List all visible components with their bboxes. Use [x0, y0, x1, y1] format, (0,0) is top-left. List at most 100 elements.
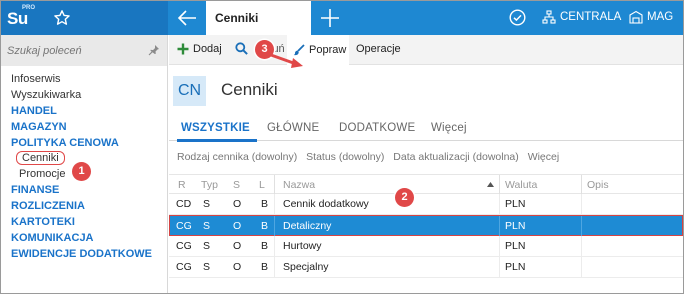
- centrala-label: CENTRALA: [560, 11, 622, 23]
- search-icon[interactable]: [235, 42, 248, 55]
- cell-l: B: [261, 240, 269, 252]
- table-row[interactable]: CD S O B Cennik dodatkowy PLN: [169, 194, 683, 215]
- toolbar: Dodaj Usuń Popraw Operacje: [169, 35, 683, 65]
- cell-waluta: PLN: [505, 240, 526, 252]
- filter-data-aktualizacji[interactable]: Data aktualizacji (dowolna): [393, 151, 518, 163]
- sidebar-item-kartoteki[interactable]: KARTOTEKI: [11, 215, 152, 231]
- cell-typ: S: [203, 240, 211, 252]
- column-divider: [499, 216, 500, 237]
- column-header-l[interactable]: L: [259, 179, 265, 191]
- filter-status[interactable]: Status (dowolny): [306, 151, 384, 163]
- network-icon: [542, 10, 556, 24]
- logo-text: Su: [7, 9, 28, 28]
- operations-button[interactable]: Operacje: [356, 43, 401, 55]
- column-header-r[interactable]: R: [178, 179, 186, 191]
- sidebar-item-polityka-cenowa[interactable]: POLITYKA CENOWA: [11, 136, 152, 152]
- table-row[interactable]: CG S O B Hurtowy PLN: [169, 236, 683, 257]
- logo-area: Su PRO: [1, 1, 168, 35]
- cell-s: O: [233, 240, 242, 252]
- sidebar-item-handel[interactable]: HANDEL: [11, 104, 152, 120]
- column-divider: [499, 175, 500, 195]
- cell-r: CG: [176, 261, 192, 273]
- column-divider: [274, 175, 275, 195]
- add-button[interactable]: Dodaj: [177, 43, 222, 55]
- cell-nazwa: Hurtowy: [283, 240, 322, 252]
- column-header-opis[interactable]: Opis: [587, 179, 609, 191]
- tab-cenniki[interactable]: Cenniki: [206, 1, 311, 35]
- sidebar-item-ewidencje-dodatkowe[interactable]: EWIDENCJE DODATKOWE: [11, 247, 152, 263]
- cell-nazwa: Detaliczny: [283, 220, 332, 232]
- cell-waluta: PLN: [505, 261, 526, 273]
- warehouse-icon: [629, 10, 643, 24]
- tab-dodatkowe[interactable]: DODATKOWE: [339, 122, 415, 134]
- module-badge: CN: [173, 76, 206, 106]
- cell-typ: S: [203, 261, 211, 273]
- cell-l: B: [261, 198, 269, 210]
- sidebar-item-rozliczenia[interactable]: ROZLICZENIA: [11, 199, 152, 215]
- column-divider: [274, 216, 275, 237]
- annotation-badge-1: 1: [72, 162, 91, 181]
- column-divider: [499, 257, 500, 278]
- price-list-grid: R Typ S L Nazwa Waluta Opis CD S O B Cen…: [169, 174, 683, 278]
- sidebar-item-wyszukiwarka[interactable]: Wyszukiwarka: [11, 88, 152, 104]
- table-row[interactable]: CG S O B Specjalny PLN: [169, 257, 683, 278]
- column-divider: [499, 236, 500, 257]
- sidebar-item-magazyn[interactable]: MAGAZYN: [11, 120, 152, 136]
- pin-icon[interactable]: [148, 44, 160, 56]
- tab-cenniki-label: Cenniki: [215, 11, 259, 25]
- grid-header: R Typ S L Nazwa Waluta Opis: [169, 174, 683, 195]
- column-divider: [581, 236, 582, 257]
- add-button-label: Dodaj: [193, 43, 222, 55]
- cell-r: CD: [176, 198, 192, 210]
- column-divider: [274, 194, 275, 215]
- sidebar-item-cenniki[interactable]: Cenniki: [16, 151, 65, 166]
- sidebar-item-finanse[interactable]: FINANSE: [11, 183, 152, 199]
- tab-wiecej[interactable]: Więcej: [431, 122, 467, 134]
- cell-s: O: [233, 261, 242, 273]
- page-title: Cenniki: [221, 80, 278, 99]
- filter-wiecej[interactable]: Więcej: [528, 151, 560, 163]
- top-bar: Su PRO Cenniki CENTRALA MAG: [1, 1, 683, 35]
- command-search-input[interactable]: [7, 41, 142, 60]
- table-row-selected[interactable]: CG S O B Detaliczny PLN: [169, 215, 683, 237]
- tab-wszystkie[interactable]: WSZYSTKIE: [181, 122, 250, 134]
- column-header-typ[interactable]: Typ: [201, 179, 218, 191]
- column-divider: [581, 194, 582, 215]
- check-circle-icon[interactable]: [509, 9, 526, 26]
- favorites-star-icon[interactable]: [53, 9, 71, 27]
- centrala-selector[interactable]: CENTRALA: [542, 10, 621, 24]
- logo-pro-label: PRO: [22, 5, 36, 11]
- tab-glowne[interactable]: GŁÓWNE: [267, 122, 319, 134]
- column-divider: [274, 236, 275, 257]
- column-header-s[interactable]: S: [233, 179, 240, 191]
- annotation-badge-2: 2: [395, 188, 414, 207]
- active-tab-indicator: [177, 139, 257, 142]
- cell-l: B: [261, 261, 269, 273]
- column-header-waluta[interactable]: Waluta: [505, 179, 537, 191]
- cell-nazwa: Specjalny: [283, 261, 329, 273]
- new-tab-plus-icon[interactable]: [320, 8, 340, 28]
- cell-nazwa: Cennik dodatkowy: [283, 198, 369, 210]
- tab-bar: WSZYSTKIE GŁÓWNE DODATKOWE Więcej: [169, 115, 683, 142]
- annotation-arrow-icon: [269, 53, 303, 68]
- cell-typ: S: [203, 198, 211, 210]
- column-divider: [581, 257, 582, 278]
- column-divider: [581, 175, 582, 195]
- back-arrow-icon[interactable]: [177, 9, 197, 27]
- main-panel: Dodaj Usuń Popraw Operacje CN Ce: [169, 35, 683, 293]
- plus-icon: [177, 43, 189, 55]
- cell-waluta: PLN: [505, 220, 526, 232]
- cell-s: O: [233, 198, 242, 210]
- cell-r: CG: [176, 220, 192, 232]
- warehouse-selector[interactable]: MAG: [629, 10, 673, 24]
- sidebar-item-infoserwis[interactable]: Infoserwis: [11, 72, 152, 88]
- cell-typ: S: [203, 220, 211, 232]
- filter-bar: Rodzaj cennika (dowolny) Status (dowolny…: [177, 151, 565, 163]
- app-logo[interactable]: Su PRO: [7, 5, 41, 31]
- column-header-nazwa[interactable]: Nazwa: [283, 179, 315, 191]
- sidebar-item-komunikacja[interactable]: KOMUNIKACJA: [11, 231, 152, 247]
- cell-l: B: [261, 220, 269, 232]
- sort-ascending-icon[interactable]: [487, 182, 494, 187]
- column-divider: [581, 216, 582, 237]
- filter-rodzaj-cennika[interactable]: Rodzaj cennika (dowolny): [177, 151, 297, 163]
